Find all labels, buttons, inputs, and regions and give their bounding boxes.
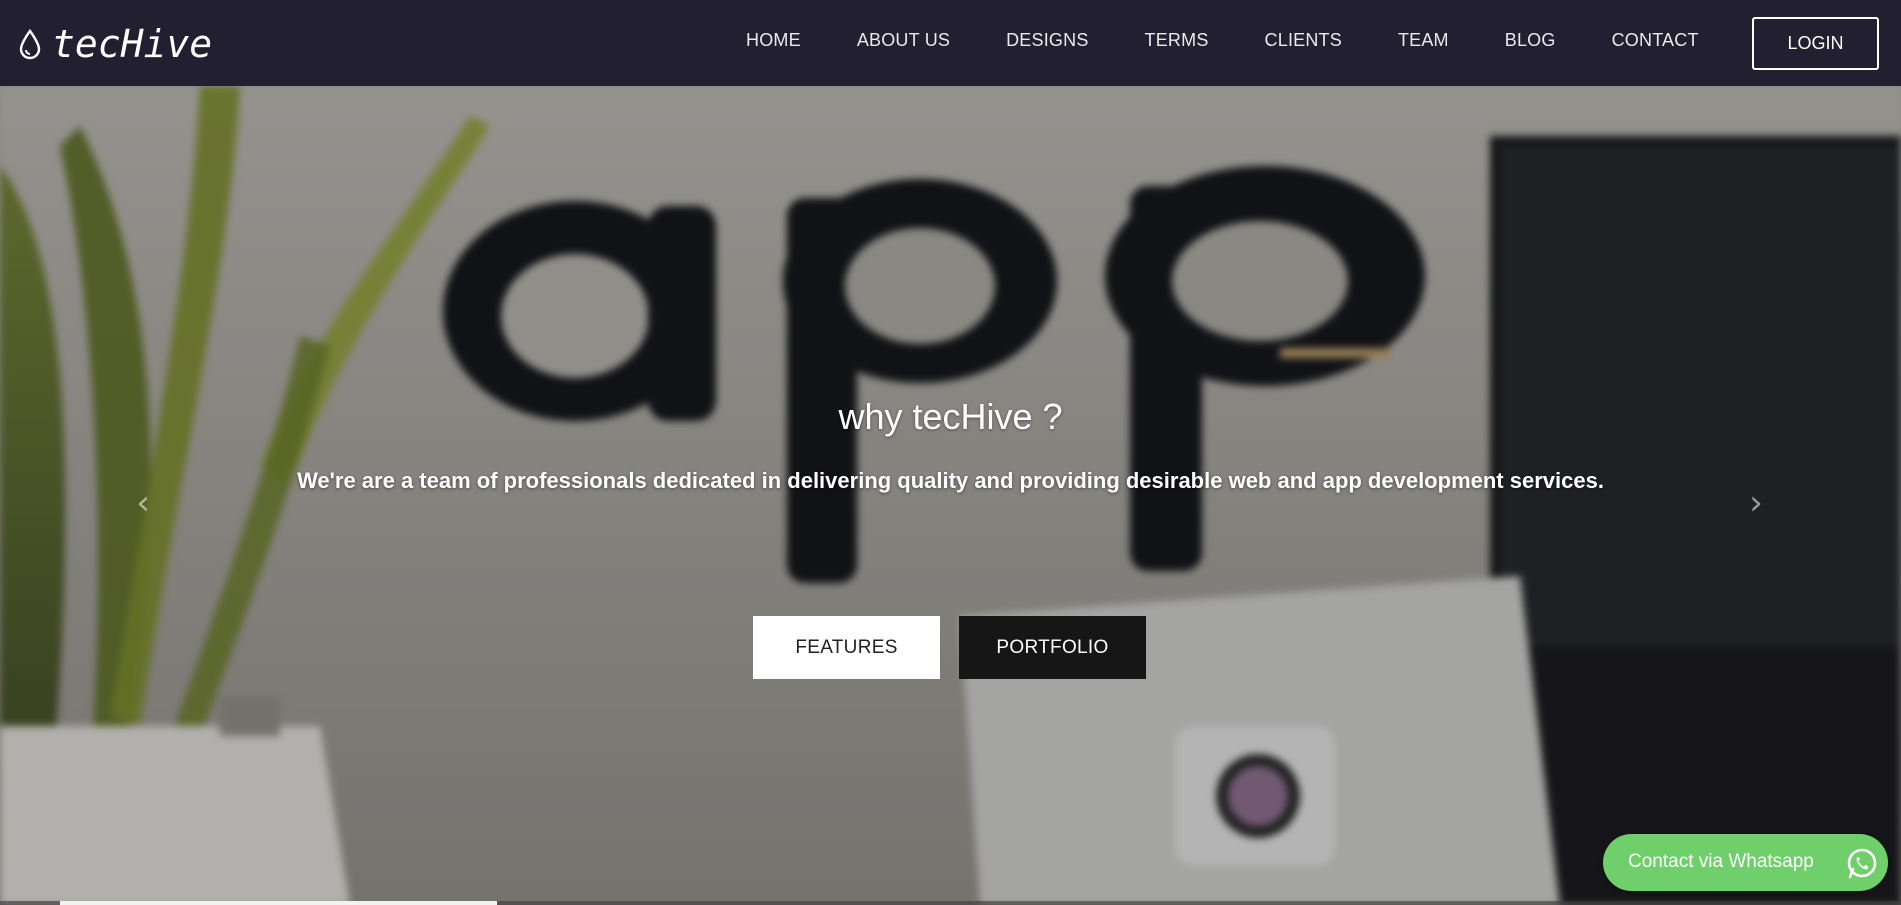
nav-item-clients[interactable]: CLIENTS [1265,30,1342,51]
nav-item-team[interactable]: TEAM [1398,30,1449,51]
features-button[interactable]: FEATURES [753,616,940,679]
hero-carousel: why tecHive ? We're are a team of profes… [0,86,1901,905]
nav-item-about-us[interactable]: ABOUT US [857,30,950,51]
droplet-icon [19,28,41,60]
whatsapp-contact-button[interactable]: Contact via Whatsapp [1603,834,1888,891]
page: tecHive HOME ABOUT US DESIGNS TERMS CLIE… [0,0,1901,905]
whatsapp-icon [1847,848,1877,879]
slide-progress-track [0,901,1901,905]
navbar: tecHive HOME ABOUT US DESIGNS TERMS CLIE… [0,0,1901,86]
chevron-left-icon[interactable]: ‹ [128,486,158,520]
nav-item-blog[interactable]: BLOG [1505,30,1556,51]
nav-item-designs[interactable]: DESIGNS [1006,30,1088,51]
hero-subtitle: We're are a team of professionals dedica… [297,468,1604,493]
chevron-right-icon[interactable]: › [1741,486,1771,520]
nav-item-terms[interactable]: TERMS [1145,30,1209,51]
hero-title: why tecHive ? [838,396,1063,437]
brand-logo[interactable]: tecHive [18,22,212,66]
portfolio-button[interactable]: PORTFOLIO [959,616,1146,679]
nav-menu: HOME ABOUT US DESIGNS TERMS CLIENTS TEAM… [746,30,1699,51]
hero-overlay [0,86,1901,905]
login-button[interactable]: LOGIN [1752,17,1879,70]
whatsapp-label: Contact via Whatsapp [1628,851,1814,872]
nav-item-home[interactable]: HOME [746,30,801,51]
slide-progress-fill [60,901,497,905]
nav-item-contact[interactable]: CONTACT [1612,30,1699,51]
brand-name: tecHive [52,22,213,66]
